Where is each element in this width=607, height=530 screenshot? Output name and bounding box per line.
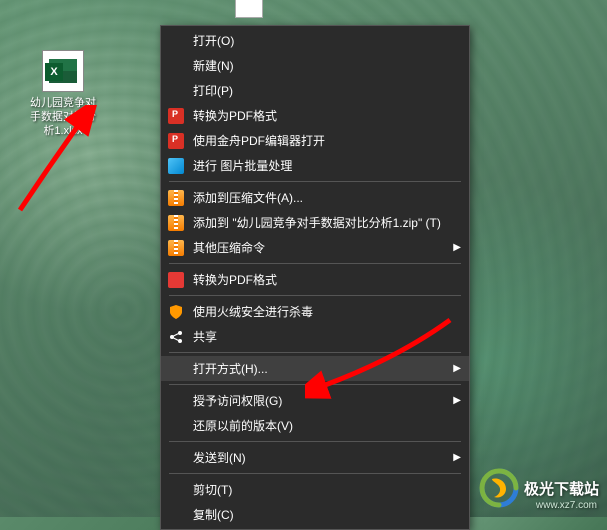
- menu-add-archive[interactable]: 添加到压缩文件(A)...: [161, 185, 469, 210]
- menu-restore-version[interactable]: 还原以前的版本(V): [161, 413, 469, 438]
- partial-window-tab: [235, 0, 263, 18]
- separator: [169, 384, 461, 385]
- submenu-arrow-icon: ▶: [453, 395, 461, 406]
- menu-other-compress[interactable]: 其他压缩命令▶: [161, 235, 469, 260]
- share-icon: [167, 328, 185, 346]
- watermark: 极光下载站 www.xz7.com: [478, 467, 599, 509]
- excel-file-icon: [42, 50, 84, 92]
- menu-label: 进行 图片批量处理: [193, 157, 461, 174]
- watermark-logo-icon: [478, 467, 520, 509]
- menu-label: 共享: [193, 328, 461, 345]
- separator: [169, 181, 461, 182]
- menu-new[interactable]: 新建(N): [161, 53, 469, 78]
- menu-label: 转换为PDF格式: [193, 271, 461, 288]
- menu-label: 新建(N): [193, 57, 461, 74]
- menu-batch-image[interactable]: 进行 图片批量处理: [161, 153, 469, 178]
- pdf-icon: [167, 271, 185, 289]
- separator: [169, 263, 461, 264]
- desktop-file-excel[interactable]: 幼儿园竞争对手数据对比分析1.xlsx: [28, 50, 98, 138]
- image-icon: [167, 157, 185, 175]
- menu-label: 还原以前的版本(V): [193, 417, 461, 434]
- separator: [169, 352, 461, 353]
- menu-cut[interactable]: 剪切(T): [161, 477, 469, 502]
- menu-print[interactable]: 打印(P): [161, 78, 469, 103]
- watermark-url: www.xz7.com: [536, 500, 597, 511]
- menu-label: 其他压缩命令: [193, 239, 453, 256]
- watermark-text: 极光下载站: [524, 478, 599, 499]
- menu-grant-access[interactable]: 授予访问权限(G)▶: [161, 388, 469, 413]
- menu-label: 复制(C): [193, 506, 461, 523]
- menu-add-specific-archive[interactable]: 添加到 "幼儿园竞争对手数据对比分析1.zip" (T): [161, 210, 469, 235]
- pdf-icon: [167, 107, 185, 125]
- archive-icon: [167, 189, 185, 207]
- separator: [169, 473, 461, 474]
- separator: [169, 295, 461, 296]
- separator: [169, 441, 461, 442]
- file-label: 幼儿园竞争对手数据对比分析1.xlsx: [28, 96, 98, 138]
- menu-label: 使用金舟PDF编辑器打开: [193, 132, 461, 149]
- submenu-arrow-icon: ▶: [453, 363, 461, 374]
- menu-open[interactable]: 打开(O): [161, 28, 469, 53]
- context-menu: 打开(O) 新建(N) 打印(P) 转换为PDF格式 使用金舟PDF编辑器打开 …: [160, 25, 470, 530]
- menu-share[interactable]: 共享: [161, 324, 469, 349]
- menu-send-to[interactable]: 发送到(N)▶: [161, 445, 469, 470]
- menu-label: 使用火绒安全进行杀毒: [193, 303, 461, 320]
- submenu-arrow-icon: ▶: [453, 242, 461, 253]
- menu-open-with[interactable]: 打开方式(H)...▶: [161, 356, 469, 381]
- archive-icon: [167, 214, 185, 232]
- archive-icon: [167, 239, 185, 257]
- menu-convert-pdf2[interactable]: 转换为PDF格式: [161, 267, 469, 292]
- menu-label: 添加到压缩文件(A)...: [193, 189, 461, 206]
- menu-jinzhou-pdf[interactable]: 使用金舟PDF编辑器打开: [161, 128, 469, 153]
- menu-label: 授予访问权限(G): [193, 392, 453, 409]
- menu-label: 打开(O): [193, 32, 461, 49]
- menu-label: 打开方式(H)...: [193, 360, 453, 377]
- menu-huorong-scan[interactable]: 使用火绒安全进行杀毒: [161, 299, 469, 324]
- shield-icon: [167, 303, 185, 321]
- menu-label: 打印(P): [193, 82, 461, 99]
- submenu-arrow-icon: ▶: [453, 452, 461, 463]
- menu-convert-pdf[interactable]: 转换为PDF格式: [161, 103, 469, 128]
- menu-label: 添加到 "幼儿园竞争对手数据对比分析1.zip" (T): [193, 214, 461, 231]
- pdf-editor-icon: [167, 132, 185, 150]
- menu-copy[interactable]: 复制(C): [161, 502, 469, 527]
- menu-label: 发送到(N): [193, 449, 453, 466]
- menu-label: 转换为PDF格式: [193, 107, 461, 124]
- menu-label: 剪切(T): [193, 481, 461, 498]
